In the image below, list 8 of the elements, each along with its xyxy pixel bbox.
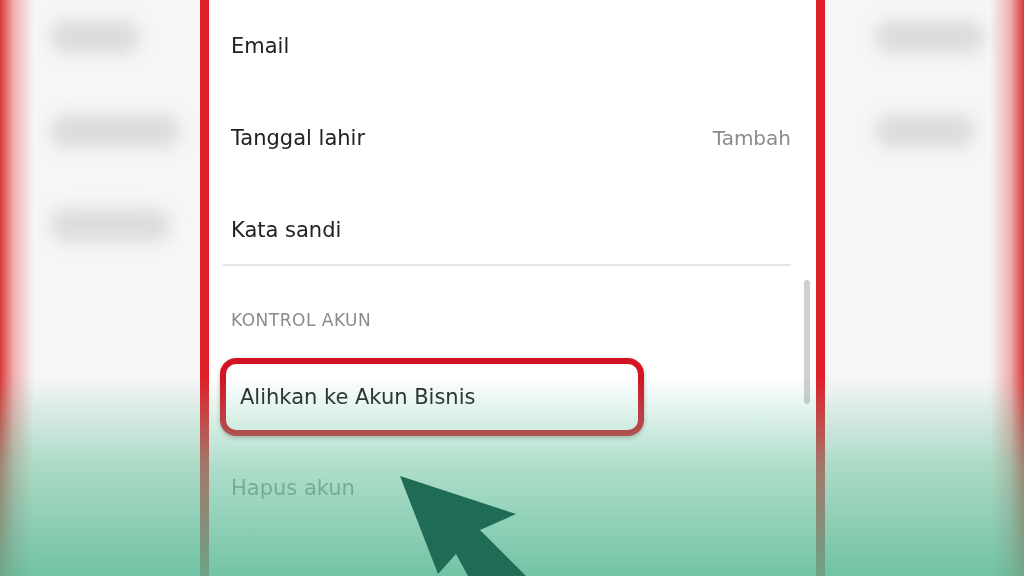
section-header: KONTROL AKUN xyxy=(230,309,373,332)
business-account-item[interactable]: Alihkan ke Akun Bisnis xyxy=(220,358,644,436)
settings-item[interactable]: Tanggal lahir xyxy=(223,126,366,150)
settings-item[interactable]: Kata sandi xyxy=(223,218,342,242)
scrollbar[interactable] xyxy=(804,280,810,404)
item-value[interactable]: Tambah xyxy=(712,126,791,150)
pointer-arrow-icon xyxy=(398,474,528,576)
settings-item[interactable]: Email xyxy=(223,34,290,58)
